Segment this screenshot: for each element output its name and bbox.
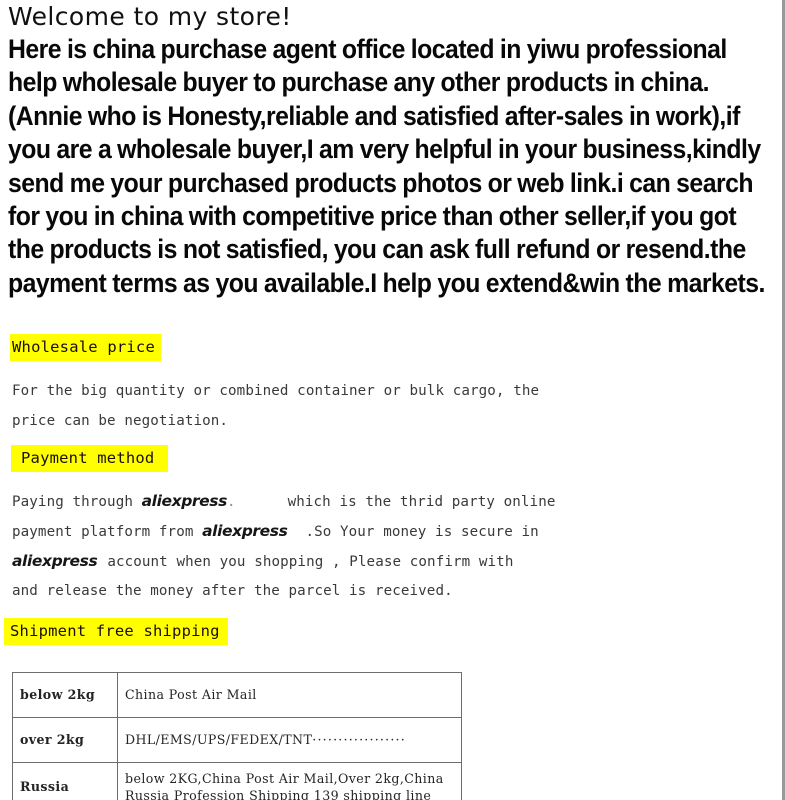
payment-line-3: aliexpress account when you shopping , Pl… bbox=[12, 546, 513, 578]
table-row: below 2kg China Post Air Mail bbox=[12, 672, 462, 718]
intro-line: the products is not satisfied, you can a… bbox=[8, 234, 746, 265]
shipping-method-line-2: Russia Profession Shipping 139 shipping … bbox=[125, 788, 432, 800]
intro-line: payment terms as you available.I help yo… bbox=[8, 267, 765, 298]
payment-line-1-dot: . bbox=[226, 494, 236, 510]
shipping-method-cell: below 2KG,China Post Air Mail,Over 2kg,C… bbox=[117, 762, 462, 800]
intro-line: for you in china with competitive price … bbox=[8, 201, 737, 232]
shipping-weight-cell: below 2kg bbox=[12, 672, 118, 718]
welcome-heading: Welcome to my store! bbox=[8, 2, 292, 31]
store-description-page: Welcome to my store! Here is china purch… bbox=[0, 0, 785, 800]
section-heading-wholesale-price: Wholesale price bbox=[10, 334, 161, 361]
intro-line: Here is china purchase agent office loca… bbox=[8, 34, 727, 64]
aliexpress-brand: aliexpress bbox=[202, 522, 288, 540]
table-row: Russia below 2KG,China Post Air Mail,Ove… bbox=[12, 762, 462, 800]
wholesale-line-2: price can be negotiation. bbox=[12, 413, 229, 429]
shipping-method-cell: China Post Air Mail bbox=[117, 672, 462, 718]
payment-line-2-suffix: .So Your money is secure in bbox=[305, 524, 539, 540]
intro-line: (Annie who is Honesty,reliable and satis… bbox=[8, 100, 740, 131]
aliexpress-brand: aliexpress bbox=[141, 492, 228, 510]
table-row: over 2kg DHL/EMS/UPS/FEDEX/TNT··········… bbox=[12, 717, 462, 763]
section-heading-payment-method: Payment method bbox=[11, 445, 169, 472]
payment-line-2: payment platform from aliexpress .So Your… bbox=[12, 516, 539, 548]
intro-block: Welcome to my store! Here is china purch… bbox=[8, 0, 782, 300]
payment-line-1-prefix: Paying through bbox=[12, 494, 142, 510]
shipping-weight-cell: Russia bbox=[12, 762, 118, 800]
shipping-rates-table: below 2kg China Post Air Mail over 2kg D… bbox=[12, 672, 462, 800]
section-heading-shipment-free-shipping: Shipment free shipping bbox=[4, 618, 228, 645]
payment-line-1: Paying through aliexpress. which is the t… bbox=[12, 486, 555, 518]
payment-line-1-suffix: which is the thrid party online bbox=[287, 494, 556, 510]
shipping-method-cell: DHL/EMS/UPS/FEDEX/TNT·················· bbox=[117, 717, 462, 763]
intro-line: help wholesale buyer to purchase any oth… bbox=[8, 67, 710, 98]
intro-paragraph: Here is china purchase agent office loca… bbox=[8, 33, 782, 300]
payment-line-2-prefix: payment platform from bbox=[12, 524, 203, 540]
intro-line: send me your purchased products photos o… bbox=[8, 167, 754, 198]
wholesale-line-1: For the big quantity or combined contain… bbox=[12, 383, 540, 399]
shipping-method-line-1: below 2KG,China Post Air Mail,Over 2kg,C… bbox=[125, 771, 444, 786]
payment-line-4: and release the money after the parcel i… bbox=[12, 583, 453, 599]
shipping-weight-cell: over 2kg bbox=[12, 717, 118, 763]
shipping-method-ellipsis: ·················· bbox=[312, 732, 406, 747]
aliexpress-brand: aliexpress bbox=[12, 552, 98, 570]
payment-line-3-suffix: account when you shopping , Please confi… bbox=[107, 554, 514, 570]
intro-line: you are a wholesale buyer,I am very help… bbox=[8, 134, 761, 165]
shipping-method-text: DHL/EMS/UPS/FEDEX/TNT bbox=[125, 732, 313, 747]
